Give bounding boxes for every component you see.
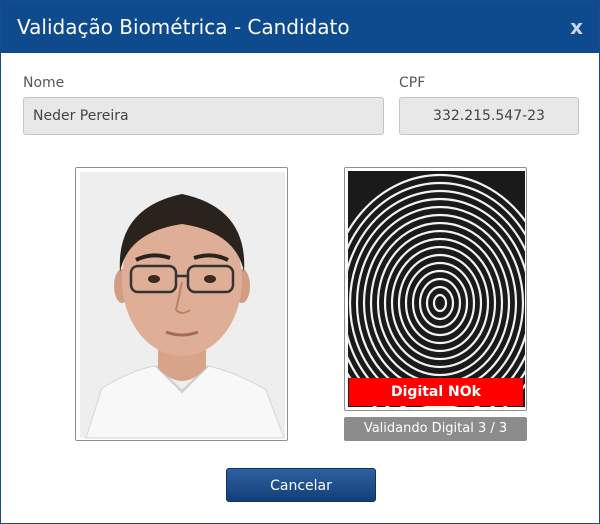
fingerprint-image [344, 167, 527, 411]
validation-progress-label: Validando Digital 3 / 3 [344, 417, 527, 441]
candidate-photo [75, 167, 288, 441]
close-icon[interactable]: x [570, 17, 583, 37]
candidate-photo-image [80, 172, 285, 439]
biometric-validation-dialog: Validação Biométrica - Candidato x Nome … [0, 0, 600, 524]
name-field[interactable]: Neder Pereira [23, 97, 384, 135]
cpf-label: CPF [399, 75, 426, 91]
dialog-titlebar: Validação Biométrica - Candidato x [1, 1, 599, 53]
digital-status-badge: Digital NOk [349, 378, 523, 406]
cancel-button[interactable]: Cancelar [226, 468, 376, 502]
fingerprint-icon [345, 171, 526, 410]
cpf-field[interactable]: 332.215.547-23 [399, 97, 579, 135]
dialog-title: Validação Biométrica - Candidato [17, 15, 350, 39]
name-label: Nome [23, 75, 65, 91]
